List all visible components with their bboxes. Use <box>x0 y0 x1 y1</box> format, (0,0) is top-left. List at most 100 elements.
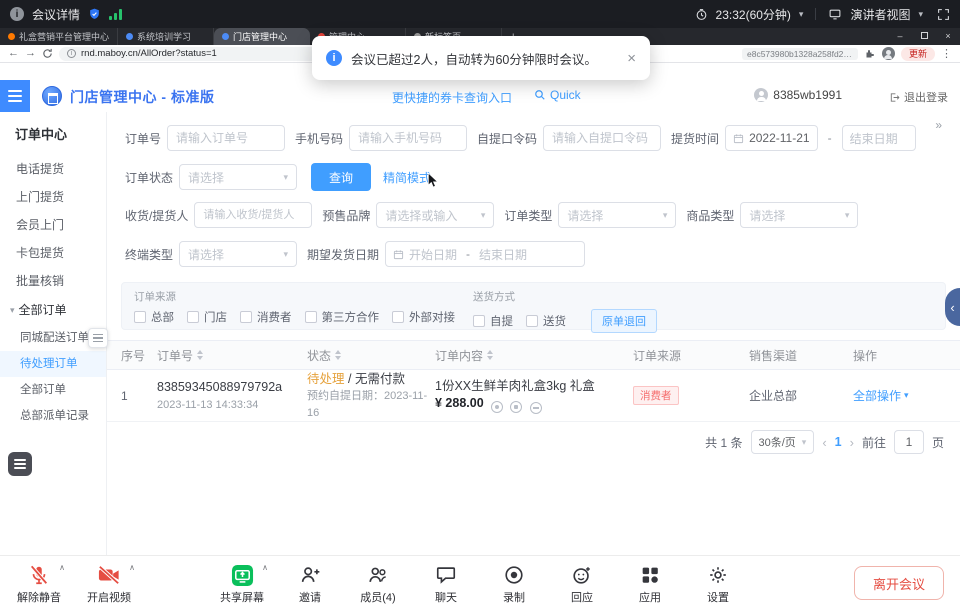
chat-label: 聊天 <box>435 589 457 605</box>
ship-date-range[interactable]: 开始日期 - 结束日期 <box>385 241 585 267</box>
checkbox-source-external[interactable]: 外部对接 <box>392 309 455 325</box>
sidebar-subitem-hq-dispatch[interactable]: 总部派单记录 <box>0 403 106 429</box>
brand-select[interactable]: 请选择或输入 ▾ <box>376 202 494 228</box>
sidebar-item-door-pickup[interactable]: 上门提货 <box>0 183 106 211</box>
receiver-input[interactable] <box>194 202 312 228</box>
checkbox-source-hq[interactable]: 总部 <box>134 309 174 325</box>
timer-caret-icon[interactable]: ▾ <box>799 9 804 20</box>
pickup-date-end[interactable]: 结束日期 <box>842 125 916 151</box>
order-status-select[interactable]: 请选择 ▾ <box>179 164 297 190</box>
checkbox-delivery[interactable]: 送货 <box>526 313 566 329</box>
simple-mode-link[interactable]: 精简模式 <box>383 169 431 186</box>
checkbox-self-pickup[interactable]: 自提 <box>473 313 513 329</box>
panel-expand-handle[interactable]: ‹ <box>945 288 960 326</box>
pickup-date-value: 2022-11-21 <box>749 131 810 145</box>
browser-tab-active[interactable]: 门店管理中心 <box>214 28 310 45</box>
return-order-button[interactable]: 原单退回 <box>591 309 657 333</box>
sort-icon[interactable] <box>197 350 203 360</box>
collapse-filters-icon[interactable]: » <box>935 118 942 132</box>
view-mode-label[interactable]: 演讲者视图 <box>850 6 910 23</box>
filter-row-3: 收货/提货人 预售品牌 请选择或输入 ▾ 订单类型 请选择 ▾ <box>125 202 858 228</box>
pickup-date-start[interactable]: 2022-11-21 <box>725 125 818 151</box>
sort-icon[interactable] <box>335 350 341 360</box>
search-button[interactable]: 查询 <box>311 163 371 191</box>
notification-close-button[interactable]: × <box>627 50 636 67</box>
site-info-icon[interactable]: i <box>67 49 76 58</box>
sidebar-subitem-all-orders[interactable]: 全部订单 <box>0 377 106 403</box>
back-button[interactable]: ← <box>8 48 19 59</box>
window-close-button[interactable]: × <box>936 28 960 45</box>
checkbox-source-consumer[interactable]: 消费者 <box>240 309 292 325</box>
profile-avatar[interactable] <box>882 47 895 60</box>
quick-search[interactable]: Quick <box>534 88 581 102</box>
browser-tab[interactable]: 礼盒营销平台管理中心 <box>0 28 118 45</box>
video-options-caret[interactable]: ∧ <box>129 563 135 572</box>
timer-icon <box>695 8 708 21</box>
sidebar-hamburger-button[interactable] <box>0 80 30 112</box>
terminal-type-select[interactable]: 请选择 ▾ <box>179 241 297 267</box>
session-chip[interactable]: e8c573980b1328a258fd2e6f <box>742 48 858 60</box>
sidebar-item-phone-pickup[interactable]: 电话提货 <box>0 155 106 183</box>
date-range-separator: - <box>466 247 470 261</box>
view-caret-icon[interactable]: ▾ <box>918 9 923 20</box>
pickup-code-input[interactable] <box>543 125 661 151</box>
next-page-button[interactable]: › <box>850 435 854 450</box>
user-info[interactable]: 8385wb1991 <box>754 88 842 102</box>
sidebar-item-card-pickup[interactable]: 卡包提货 <box>0 239 106 267</box>
unmute-button[interactable]: ∧ 解除静音 <box>12 562 66 605</box>
share-options-caret[interactable]: ∧ <box>262 563 268 572</box>
reload-button[interactable] <box>42 48 53 59</box>
chat-button[interactable]: 聊天 <box>419 562 473 605</box>
mic-options-caret[interactable]: ∧ <box>59 563 65 572</box>
sidebar-toggle-button[interactable] <box>88 328 108 348</box>
th-status[interactable]: 状态 <box>307 347 435 364</box>
th-order-no[interactable]: 订单号 <box>157 347 307 364</box>
sidebar-item-batch-verify[interactable]: 批量核销 <box>0 267 106 295</box>
order-type-select[interactable]: 请选择 ▾ <box>558 202 676 228</box>
sidebar-subitem-pending-orders[interactable]: 待处理订单 <box>0 351 106 377</box>
fullscreen-icon[interactable] <box>937 8 950 21</box>
current-page-number[interactable]: 1 <box>835 435 842 449</box>
checkbox-source-thirdparty[interactable]: 第三方合作 <box>305 309 380 325</box>
reaction-button[interactable]: 回应 <box>555 562 609 605</box>
share-screen-button[interactable]: ∧ 共享屏幕 <box>215 562 269 605</box>
order-no-input[interactable] <box>167 125 285 151</box>
browser-tab[interactable]: 系统培训学习 <box>118 28 214 45</box>
float-menu-button[interactable] <box>8 452 32 476</box>
checkbox-source-store[interactable]: 门店 <box>187 309 227 325</box>
goods-type-select[interactable]: 请选择 ▾ <box>740 202 858 228</box>
chevron-down-icon: ▾ <box>663 210 668 221</box>
prev-page-button[interactable]: ‹ <box>822 435 826 450</box>
members-button[interactable]: 成员(4) <box>351 562 405 605</box>
coupon-query-link[interactable]: 更快捷的券卡查询入口 <box>392 89 512 106</box>
page-size-select[interactable]: 30条/页 ▾ <box>751 430 815 454</box>
sidebar-item-member-visit[interactable]: 会员上门 <box>0 211 106 239</box>
meeting-info-icon: i <box>10 7 24 21</box>
forward-button[interactable]: → <box>25 48 36 59</box>
goto-page-input[interactable] <box>894 430 924 454</box>
end-date-placeholder: 结束日期 <box>479 246 527 263</box>
sidebar-group-all-orders[interactable]: ▾ 全部订单 <box>0 295 106 325</box>
th-index: 序号 <box>121 347 157 364</box>
tab-label: 系统培训学习 <box>137 30 191 43</box>
start-video-button[interactable]: ∧ 开启视频 <box>82 562 136 605</box>
all-actions-dropdown[interactable]: 全部操作 ▾ <box>853 387 937 404</box>
settings-button[interactable]: 设置 <box>691 562 745 605</box>
leave-meeting-button[interactable]: 离开会议 <box>854 566 944 600</box>
th-label: 订单号 <box>157 347 193 364</box>
th-content[interactable]: 订单内容 <box>435 347 633 364</box>
update-button[interactable]: 更新 <box>901 47 935 61</box>
window-minimize-button[interactable]: – <box>888 28 912 45</box>
sort-icon[interactable] <box>487 350 493 360</box>
phone-input[interactable] <box>349 125 467 151</box>
apps-button[interactable]: 应用 <box>623 562 677 605</box>
logout-button[interactable]: 退出登录 <box>889 89 948 105</box>
menu-kebab-icon[interactable]: ⋮ <box>941 47 952 60</box>
record-button[interactable]: 录制 <box>487 562 541 605</box>
meeting-info-label[interactable]: 会议详情 <box>32 6 80 23</box>
invite-button[interactable]: 邀请 <box>283 562 337 605</box>
window-maximize-button[interactable] <box>912 28 936 45</box>
receiver-label: 收货/提货人 <box>125 207 188 224</box>
user-icon <box>754 88 768 102</box>
extensions-icon[interactable] <box>864 48 876 60</box>
